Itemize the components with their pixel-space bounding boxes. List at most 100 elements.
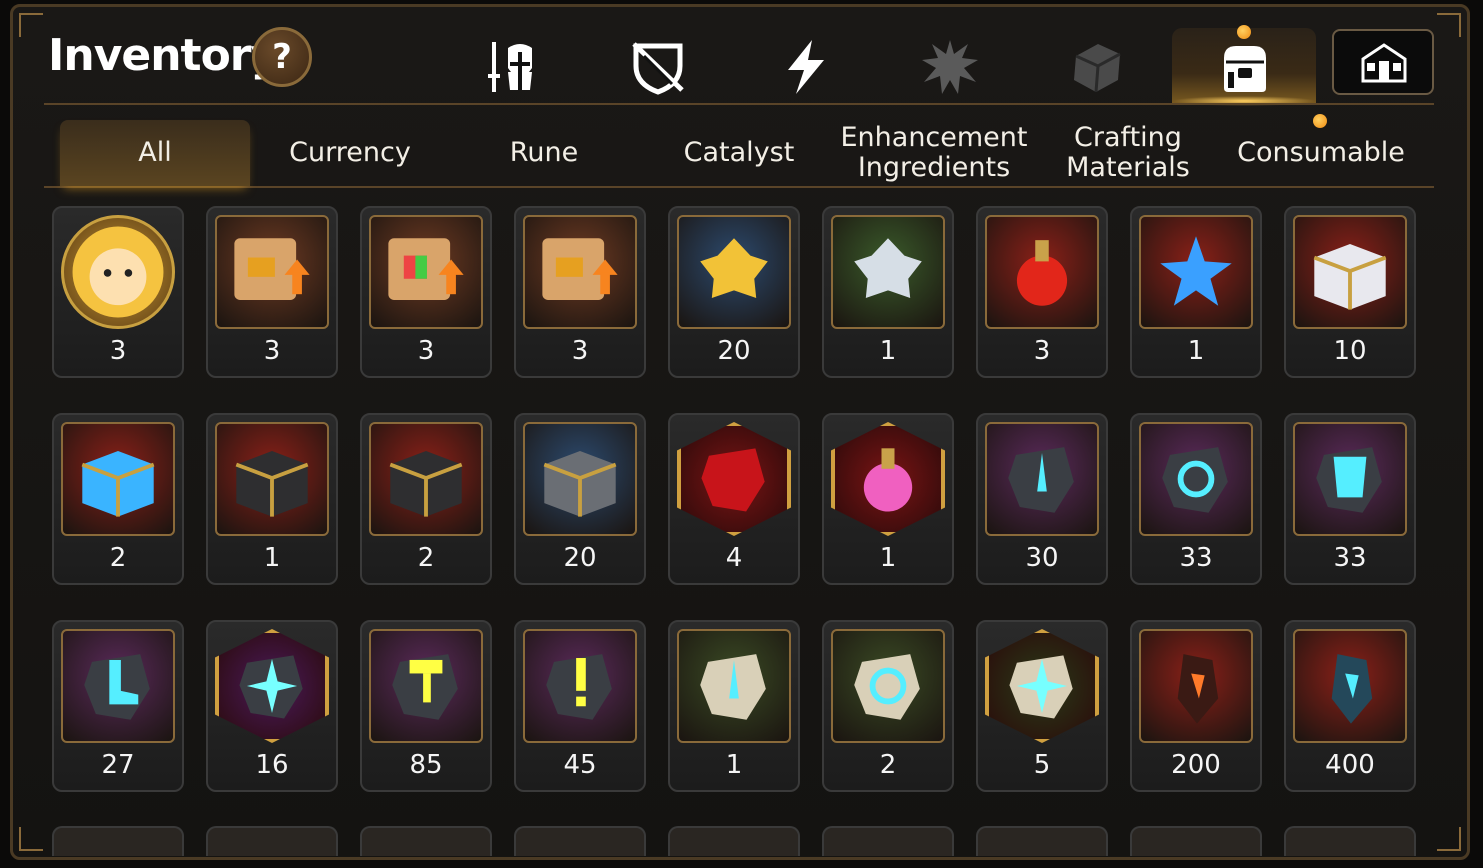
item-slot[interactable]: 33 <box>1284 413 1416 585</box>
bag-icon[interactable] <box>1214 38 1274 96</box>
tab-all[interactable]: All <box>60 120 250 186</box>
tab-consumable[interactable]: Consumable <box>1226 120 1416 186</box>
boot-rune-icon <box>61 629 175 743</box>
item-slot[interactable]: 200 <box>1130 620 1262 792</box>
gold-crystal-icon <box>677 215 791 329</box>
dark-chest-icon <box>369 422 483 536</box>
silver-crystal-icon <box>831 215 945 329</box>
tab-crafting-materials[interactable]: Crafting Materials <box>1032 120 1224 186</box>
castle-icon <box>1361 43 1407 83</box>
item-slot[interactable]: 30 <box>976 413 1108 585</box>
item-slot[interactable]: 16 <box>206 620 338 792</box>
item-slot-partial[interactable] <box>1130 826 1262 856</box>
tab-currency[interactable]: Currency <box>254 120 446 186</box>
rainbow-scroll-icon <box>369 215 483 329</box>
item-slot[interactable]: 1 <box>822 206 954 378</box>
item-quantity: 10 <box>1333 336 1367 366</box>
item-slot[interactable]: 27 <box>52 620 184 792</box>
item-slot[interactable]: 1 <box>1130 206 1262 378</box>
item-quantity: 3 <box>109 336 127 366</box>
item-slot[interactable]: 3 <box>514 206 646 378</box>
lightning-icon[interactable] <box>776 38 836 96</box>
equipment-icon[interactable] <box>480 38 540 96</box>
item-quantity: 3 <box>263 336 281 366</box>
item-slot[interactable]: 2 <box>360 413 492 585</box>
ember-shard-icon <box>1139 629 1253 743</box>
item-slot[interactable]: 5 <box>976 620 1108 792</box>
item-quantity: 33 <box>1179 543 1213 573</box>
help-button[interactable]: ? <box>252 27 312 87</box>
item-slot-partial[interactable] <box>668 826 800 856</box>
star-stone-icon <box>985 629 1099 743</box>
armor-rune-icon <box>1293 422 1407 536</box>
item-slot[interactable]: 20 <box>514 413 646 585</box>
header-divider <box>44 103 1434 105</box>
item-slot-partial[interactable] <box>822 826 954 856</box>
item-slot-partial[interactable] <box>360 826 492 856</box>
item-quantity: 1 <box>263 543 281 573</box>
castle-button[interactable] <box>1332 29 1434 95</box>
item-slot[interactable]: 2 <box>822 620 954 792</box>
tab-enhancement-ingredients[interactable]: Enhancement Ingredients <box>838 120 1030 186</box>
burst-icon[interactable] <box>920 38 980 96</box>
item-quantity: 3 <box>1033 336 1051 366</box>
gold-scroll-icon <box>523 215 637 329</box>
item-quantity: 20 <box>717 336 751 366</box>
item-slot[interactable]: 4 <box>668 413 800 585</box>
item-quantity: 2 <box>109 543 127 573</box>
item-slot[interactable]: 20 <box>668 206 800 378</box>
tab-rune[interactable]: Rune <box>448 120 640 186</box>
item-slot[interactable]: 3 <box>976 206 1108 378</box>
item-slot[interactable]: 1 <box>206 413 338 585</box>
item-slot[interactable]: 33 <box>1130 413 1262 585</box>
item-slot-partial[interactable] <box>514 826 646 856</box>
item-quantity: 400 <box>1325 750 1375 780</box>
frame-corner <box>1437 13 1461 37</box>
item-slot[interactable]: 3 <box>206 206 338 378</box>
item-quantity: 45 <box>563 750 597 780</box>
item-quantity: 20 <box>563 543 597 573</box>
sword-rune-icon <box>985 422 1099 536</box>
item-quantity: 30 <box>1025 543 1059 573</box>
red-rune-stone-icon <box>677 422 791 536</box>
item-slot[interactable]: 85 <box>360 620 492 792</box>
sword-stone-icon <box>677 629 791 743</box>
item-slot-partial[interactable] <box>206 826 338 856</box>
tabs-divider <box>44 186 1434 188</box>
spiral-stone-icon <box>831 629 945 743</box>
star-potion-icon <box>1139 215 1253 329</box>
spiral-rune-icon <box>1139 422 1253 536</box>
item-slot[interactable]: 10 <box>1284 206 1416 378</box>
exclaim-rune-icon <box>523 629 637 743</box>
item-quantity: 4 <box>725 543 743 573</box>
red-potion-icon <box>985 215 1099 329</box>
broken-shield-icon[interactable] <box>628 38 688 96</box>
item-quantity: 85 <box>409 750 443 780</box>
item-slot[interactable]: 1 <box>822 413 954 585</box>
item-slot-partial[interactable] <box>976 826 1108 856</box>
crystal-cube-icon[interactable] <box>1068 38 1128 96</box>
item-slot-partial[interactable] <box>52 826 184 856</box>
star-rune-icon <box>215 629 329 743</box>
item-quantity: 33 <box>1333 543 1367 573</box>
item-slot[interactable]: 2 <box>52 413 184 585</box>
dark-chest-icon <box>215 422 329 536</box>
item-quantity: 2 <box>417 543 435 573</box>
item-slot[interactable]: 45 <box>514 620 646 792</box>
tab-catalyst[interactable]: Catalyst <box>642 120 836 186</box>
frame-corner <box>1437 827 1461 851</box>
silver-chest-icon <box>1293 215 1407 329</box>
page-title: Inventory <box>48 30 279 81</box>
pink-potion-icon <box>831 422 945 536</box>
frame-corner <box>19 827 43 851</box>
item-quantity: 2 <box>879 750 897 780</box>
iron-box-icon <box>523 422 637 536</box>
item-slot[interactable]: 1 <box>668 620 800 792</box>
item-quantity: 5 <box>1033 750 1051 780</box>
item-slot[interactable]: 400 <box>1284 620 1416 792</box>
item-slot[interactable]: 3 <box>52 206 184 378</box>
hammer-rune-icon <box>369 629 483 743</box>
item-slot-partial[interactable] <box>1284 826 1416 856</box>
item-slot[interactable]: 3 <box>360 206 492 378</box>
item-quantity: 3 <box>571 336 589 366</box>
